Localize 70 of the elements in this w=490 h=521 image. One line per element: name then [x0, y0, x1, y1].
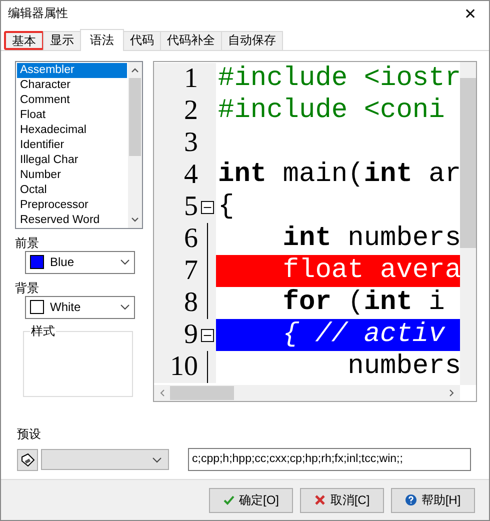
- line-number: 4: [183, 158, 198, 191]
- cancel-button[interactable]: 取消[C]: [300, 488, 384, 513]
- foreground-dropdown[interactable]: Blue: [25, 250, 135, 274]
- code-text: numbers: [346, 352, 460, 382]
- scrollbar[interactable]: [154, 384, 460, 401]
- field-label: 前景: [15, 234, 40, 251]
- background-dropdown[interactable]: White: [25, 296, 135, 319]
- list-item[interactable]: Float: [17, 108, 127, 123]
- code-text: #include <coni: [218, 96, 445, 126]
- list-item[interactable]: Assembler: [17, 62, 127, 78]
- scroll-up-icon[interactable]: [130, 66, 140, 74]
- help-icon: [405, 494, 418, 506]
- tab[interactable]: 自动保存: [221, 30, 283, 50]
- list-item[interactable]: Octal: [17, 182, 127, 198]
- close-button[interactable]: ✕: [458, 4, 483, 23]
- tab[interactable]: 基本: [4, 30, 44, 50]
- line-number: 6: [183, 222, 198, 255]
- code-text: int: [282, 224, 332, 254]
- code-text: { // activ: [282, 320, 445, 350]
- list-item[interactable]: Preprocessor: [17, 198, 127, 213]
- tab[interactable]: 代码补全: [160, 30, 222, 50]
- code-text: ar: [428, 160, 460, 190]
- code-text: int: [364, 288, 412, 318]
- scroll-left-icon[interactable]: [158, 388, 166, 398]
- list-item[interactable]: Character: [17, 78, 127, 93]
- collapse-icon[interactable]: [200, 200, 214, 214]
- code-text: for: [282, 288, 332, 318]
- line-number: 5: [183, 190, 198, 223]
- scrollbar[interactable]: [460, 62, 476, 385]
- list-item[interactable]: Hexadecimal: [17, 122, 127, 138]
- code-text: main(: [282, 160, 364, 190]
- line-number: 10: [169, 350, 198, 383]
- code-text: int: [218, 160, 267, 190]
- line-number: 7: [183, 254, 198, 287]
- caret-icon: [120, 304, 130, 310]
- scroll-down-icon[interactable]: [130, 216, 140, 224]
- tab[interactable]: 显示: [43, 30, 81, 50]
- line-number: 3: [183, 126, 198, 159]
- help-button[interactable]: 帮助[H]: [391, 488, 475, 513]
- tab[interactable]: 代码: [123, 30, 161, 50]
- collapse-icon[interactable]: [200, 328, 214, 342]
- extensions-field[interactable]: c;cpp;h;hpp;cc;cxx;cp;hp;rh;fx;inl;tcc;win;;: [188, 448, 471, 472]
- code-text: (: [346, 288, 364, 318]
- code-text: i: [428, 288, 445, 318]
- code-text: #include <iostr: [218, 64, 460, 94]
- check-icon: [222, 494, 235, 506]
- ok-button[interactable]: 确定[O]: [209, 488, 293, 513]
- code-text: int: [364, 160, 412, 190]
- caret-icon: [152, 456, 162, 463]
- save-button[interactable]: [17, 448, 38, 471]
- list-item[interactable]: Comment: [17, 92, 127, 108]
- scrollbar[interactable]: [128, 62, 142, 228]
- code-text: {: [218, 192, 234, 222]
- window-title: 编辑器属性: [8, 5, 68, 22]
- list-item[interactable]: Illegal Char: [17, 152, 127, 168]
- tab[interactable]: 语法: [80, 28, 124, 51]
- list-item[interactable]: Identifier: [17, 138, 127, 153]
- scroll-right-icon[interactable]: [448, 388, 456, 398]
- field-label: 预设: [17, 426, 42, 442]
- cross-icon: [314, 494, 326, 506]
- line-number: 1: [183, 62, 198, 95]
- list-item[interactable]: Reserved Word: [17, 212, 127, 228]
- line-number: 2: [183, 94, 198, 127]
- line-number: 8: [183, 286, 198, 319]
- code-text: numbers: [346, 224, 460, 254]
- line-number: 9: [183, 318, 198, 351]
- caret-icon: [120, 259, 130, 266]
- list-item[interactable]: Number: [17, 168, 127, 183]
- field-label: 背景: [15, 280, 40, 296]
- code-text: float avera: [282, 256, 460, 286]
